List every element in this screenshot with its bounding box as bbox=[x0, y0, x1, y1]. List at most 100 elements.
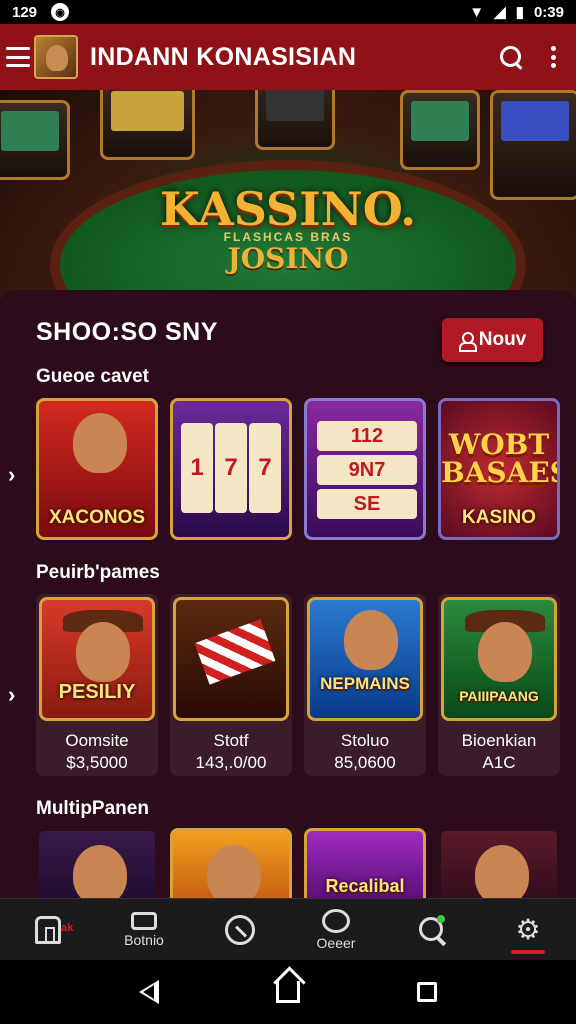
slot-machine-art bbox=[0, 100, 70, 180]
status-right-time: 0:39 bbox=[533, 3, 564, 21]
game-card[interactable]: WOBT BASAES KASINO bbox=[438, 398, 560, 540]
flag-art bbox=[194, 619, 276, 685]
active-indicator bbox=[511, 949, 545, 954]
game-card-caption: KASINO bbox=[462, 507, 536, 528]
character-art bbox=[478, 622, 532, 682]
new-button[interactable]: Nouv bbox=[442, 318, 543, 362]
recent-apps-icon[interactable] bbox=[417, 982, 438, 1002]
game-card[interactable]: PESILIY Oomsite $3,5000 bbox=[36, 594, 158, 776]
nav-search[interactable] bbox=[387, 914, 477, 945]
status-icons: ▼ ◢ ▮ 0:39 bbox=[469, 3, 564, 22]
game-card-art: PAIIIPAANG bbox=[441, 597, 557, 721]
game-card[interactable]: 112 9N7 SE bbox=[304, 398, 426, 540]
system-navigation bbox=[0, 960, 576, 1024]
character-art bbox=[76, 622, 130, 682]
row2-label: Peuirb'pames bbox=[36, 562, 160, 583]
games-panel: SHOO:SO SNY Nouv Gueoe cavet › XACONOS 1… bbox=[0, 290, 576, 900]
row3-carousel: Recalibal bbox=[36, 828, 560, 900]
game-card[interactable]: Stotf 143,.0/00 bbox=[170, 594, 292, 776]
game-card-caption: XACONOS bbox=[48, 507, 146, 528]
search-icon[interactable] bbox=[498, 44, 524, 70]
row3-label: MultipPanen bbox=[36, 798, 149, 819]
nav-label: Botnio bbox=[124, 931, 164, 948]
game-amount: $3,5000 bbox=[66, 753, 128, 772]
game-card[interactable]: 1 7 7 bbox=[170, 398, 292, 540]
battery-icon: ▮ bbox=[515, 4, 524, 21]
row1-carousel: XACONOS 1 7 7 112 9N7 SE WOBT BASAES KAS… bbox=[36, 398, 560, 540]
nav-games[interactable]: Botnio bbox=[99, 911, 189, 948]
game-card[interactable]: Recalibal bbox=[304, 828, 426, 900]
game-card-art: PESILIY bbox=[39, 597, 155, 721]
game-card[interactable] bbox=[170, 828, 292, 900]
menu-icon[interactable] bbox=[6, 47, 30, 67]
app-title: INDANN KONASISIAN bbox=[90, 42, 357, 71]
slot-reel: 112 bbox=[317, 421, 417, 451]
character-art bbox=[73, 845, 127, 900]
nav-home[interactable]: ak bbox=[3, 915, 93, 944]
nav-target[interactable] bbox=[195, 914, 285, 945]
hero-title: KASSINO. bbox=[159, 182, 417, 236]
row1-label: Gueoe cavet bbox=[36, 366, 149, 387]
chevron-right-icon[interactable]: › bbox=[8, 682, 15, 708]
row2-carousel: PESILIY Oomsite $3,5000 Stotf 143,.0/00 … bbox=[36, 594, 560, 776]
shield-icon bbox=[322, 908, 350, 933]
target-icon bbox=[225, 914, 255, 945]
chevron-right-icon[interactable]: › bbox=[8, 462, 15, 488]
home-icon bbox=[35, 915, 61, 944]
game-card-art: NEPMAINS bbox=[307, 597, 423, 721]
status-bar: 129 ◉ ▼ ◢ ▮ 0:39 bbox=[0, 0, 576, 24]
game-amount: A1C bbox=[482, 753, 516, 772]
character-art bbox=[207, 845, 261, 900]
person-icon bbox=[458, 332, 477, 352]
wifi-icon: ▼ bbox=[469, 3, 485, 21]
hero-banner[interactable]: KASSINO. FLASHCAS BRAS JOSINO bbox=[0, 90, 576, 300]
game-card-caption: Recalibal bbox=[325, 876, 405, 896]
home-badge: ak bbox=[61, 921, 74, 934]
game-card[interactable]: NEPMAINS Stoluo 85,0600 bbox=[304, 594, 426, 776]
game-card[interactable] bbox=[438, 828, 560, 900]
slot-reel: 7 bbox=[215, 423, 247, 513]
character-art bbox=[73, 413, 127, 473]
bottom-navigation: ak Botnio Oeeer ⚙ bbox=[0, 898, 576, 960]
status-left-time: 129 bbox=[12, 3, 38, 21]
slot-machine-art bbox=[255, 90, 335, 150]
game-card[interactable] bbox=[36, 828, 158, 900]
app-bar: INDANN KONASISIAN bbox=[0, 24, 576, 90]
slot-reel: SE bbox=[317, 489, 417, 519]
game-name: Stotf bbox=[213, 731, 249, 750]
game-name: Bioenkian bbox=[461, 731, 537, 750]
app-logo bbox=[34, 35, 78, 79]
game-card-art-text: PAIIIPAANG bbox=[459, 688, 539, 704]
game-card[interactable]: XACONOS bbox=[36, 398, 158, 540]
ticket-icon bbox=[131, 911, 157, 930]
game-amount: 85,0600 bbox=[334, 753, 396, 772]
more-vert-icon[interactable] bbox=[550, 46, 556, 68]
signal-icon: ◢ bbox=[494, 4, 506, 21]
search-icon bbox=[417, 914, 447, 945]
game-card-art-text: NEPMAINS bbox=[320, 674, 410, 693]
slot-reel: 9N7 bbox=[317, 455, 417, 485]
game-card[interactable]: PAIIIPAANG Bioenkian A1C bbox=[438, 594, 560, 776]
home-button-icon[interactable] bbox=[275, 981, 300, 1003]
character-art bbox=[475, 845, 529, 900]
slot-machine-art bbox=[100, 90, 195, 160]
back-icon[interactable] bbox=[138, 980, 159, 1004]
game-card-art-text: WOBT BASAES bbox=[441, 428, 560, 489]
game-card-art bbox=[173, 597, 289, 721]
slot-machine-art bbox=[400, 90, 480, 170]
slot-reel: 7 bbox=[249, 423, 281, 513]
game-card-art-text: PESILIY bbox=[58, 681, 136, 703]
nav-label: Oeeer bbox=[316, 934, 356, 951]
nav-offers[interactable]: Oeeer bbox=[291, 908, 381, 951]
game-name: Oomsite bbox=[65, 731, 129, 750]
slot-reel: 1 bbox=[181, 423, 213, 513]
section-title: SHOO:SO SNY bbox=[36, 318, 218, 346]
nav-settings[interactable]: ⚙ bbox=[483, 913, 573, 954]
game-name: Stoluo bbox=[340, 731, 390, 750]
hero-subtitle: JOSINO bbox=[227, 242, 349, 275]
character-art bbox=[344, 610, 398, 670]
notification-icon: ◉ bbox=[51, 3, 70, 21]
new-button-label: Nouv bbox=[478, 329, 527, 350]
game-amount: 143,.0/00 bbox=[195, 753, 267, 772]
gear-icon: ⚙ bbox=[515, 913, 541, 945]
